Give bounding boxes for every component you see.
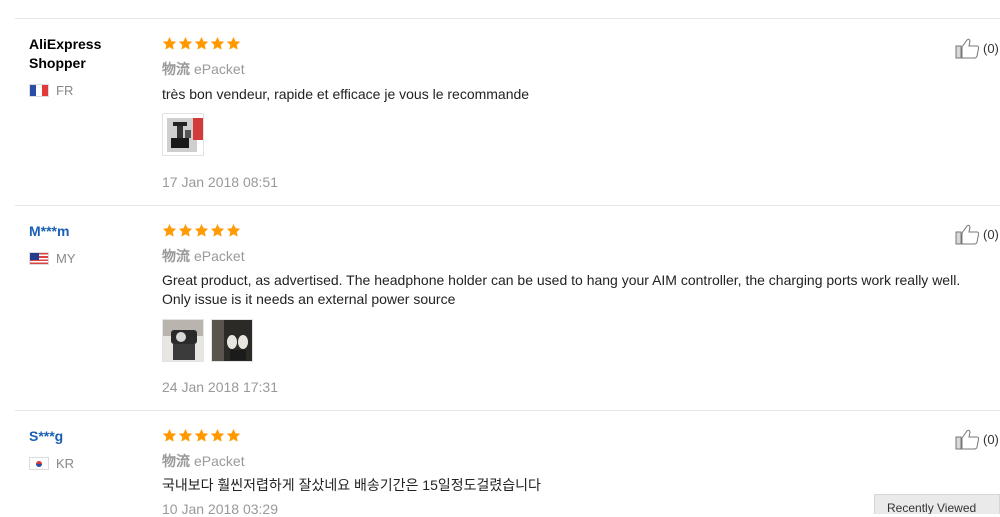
like-count: (0): [983, 431, 999, 447]
star-icon: [178, 36, 193, 50]
like-button[interactable]: (0): [955, 223, 999, 245]
shipping-method: 物流 ePacket: [162, 59, 245, 79]
review-photo-thumbnail[interactable]: [211, 319, 253, 362]
star-icon: [210, 428, 225, 442]
shipping-value: ePacket: [194, 61, 245, 77]
flag-my-icon: [29, 252, 49, 265]
review-text: Great product, as advertised. The headph…: [162, 271, 992, 309]
star-icon: [194, 36, 209, 50]
review-country: FR: [29, 83, 73, 98]
thumbs-up-icon: [955, 38, 980, 59]
star-rating: [162, 428, 241, 443]
country-code: FR: [56, 83, 74, 98]
review-author[interactable]: S***g: [29, 427, 149, 446]
like-count: (0): [983, 226, 999, 242]
review-author[interactable]: M***m: [29, 222, 149, 241]
star-icon: [226, 428, 241, 442]
star-icon: [178, 223, 193, 237]
review-text-line: Great product, as advertised. The headph…: [162, 272, 961, 288]
thumbs-up-icon: [955, 224, 980, 245]
review-country: MY: [29, 251, 76, 266]
photo-image: [212, 320, 252, 361]
shipping-label: 物流: [162, 453, 190, 469]
review-author: AliExpress Shopper: [29, 36, 102, 71]
shipping-label: 物流: [162, 61, 190, 77]
like-button[interactable]: (0): [955, 428, 999, 450]
like-count: (0): [983, 40, 999, 56]
country-code: KR: [56, 456, 75, 471]
review-item: AliExpress Shopper FR 物流 ePacket très bon…: [15, 18, 1000, 206]
flag-fr-icon: [29, 84, 49, 97]
review-photo-thumbnail[interactable]: [162, 113, 204, 156]
star-rating: [162, 36, 241, 51]
shipping-value: ePacket: [194, 453, 245, 469]
review-date: 10 Jan 2018 03:29: [162, 501, 278, 517]
star-icon: [194, 428, 209, 442]
review-text-line: Only issue is it needs an external power…: [162, 291, 456, 307]
review-country: KR: [29, 456, 74, 471]
shipping-method: 物流 ePacket: [162, 451, 245, 471]
star-icon: [162, 36, 177, 50]
flag-kr-icon: [29, 457, 49, 470]
review-date: 24 Jan 2018 17:31: [162, 379, 278, 395]
star-icon: [210, 223, 225, 237]
country-code: MY: [56, 251, 76, 266]
thumbs-up-icon: [955, 429, 980, 450]
star-icon: [210, 36, 225, 50]
review-date: 17 Jan 2018 08:51: [162, 174, 278, 190]
review-item: S***g KR 物流 ePacket 국내보다 훨씬저렵하게 잘샀네요 배송기간…: [15, 410, 1000, 517]
photo-image: [163, 320, 203, 361]
review-item: M***m MY 物流 ePacket Great product, as adv…: [15, 205, 1000, 411]
like-button[interactable]: (0): [955, 37, 999, 59]
star-icon: [162, 223, 177, 237]
shipping-label: 物流: [162, 248, 190, 264]
star-icon: [226, 223, 241, 237]
star-rating: [162, 223, 241, 238]
shipping-method: 物流 ePacket: [162, 246, 245, 266]
recently-viewed-button[interactable]: Recently Viewed: [874, 494, 1000, 514]
review-photo-thumbnail[interactable]: [162, 319, 204, 362]
star-icon: [162, 428, 177, 442]
star-icon: [178, 428, 193, 442]
shipping-value: ePacket: [194, 248, 245, 264]
star-icon: [226, 36, 241, 50]
review-text: très bon vendeur, rapide et efficace je …: [162, 86, 530, 102]
photo-image: [163, 114, 203, 155]
review-text: 국내보다 훨씬저렵하게 잘샀네요 배송기간은 15일정도걸렸습니다: [162, 477, 541, 493]
star-icon: [194, 223, 209, 237]
